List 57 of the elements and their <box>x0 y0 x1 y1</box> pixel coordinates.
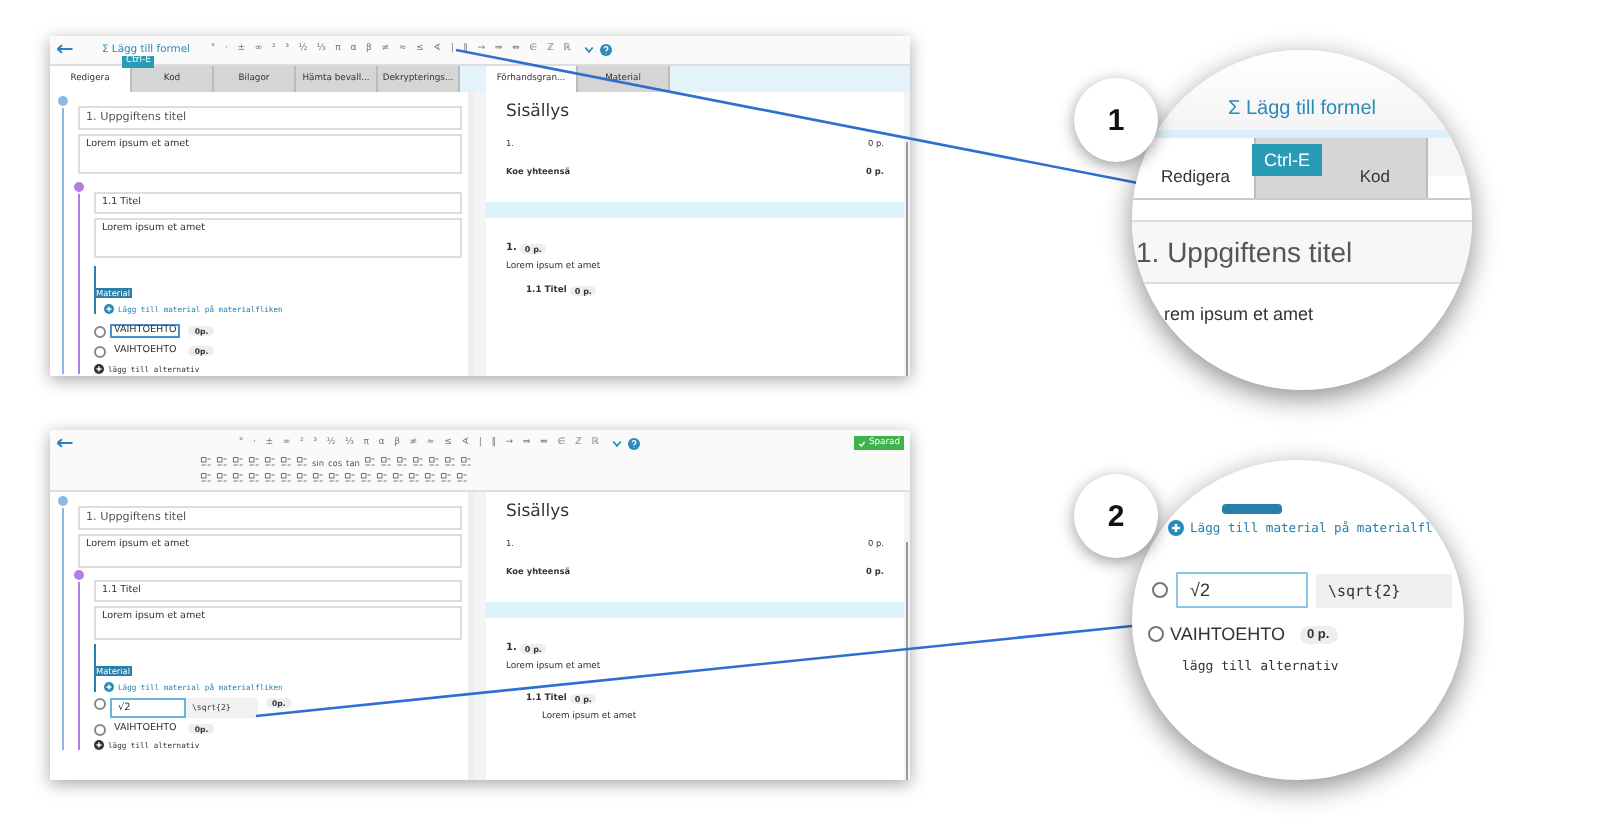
chevron-down-icon[interactable] <box>611 439 622 447</box>
formula-template-icon[interactable] <box>360 472 372 484</box>
formula-template-icon[interactable] <box>392 472 404 484</box>
formula-template-icon[interactable] <box>264 456 276 468</box>
formula-template-icon[interactable] <box>363 456 376 468</box>
back-arrow-icon[interactable] <box>56 44 74 54</box>
step-number: 2 <box>1074 474 1158 558</box>
add-formula-button[interactable]: Σ Lägg till formel <box>1228 98 1376 120</box>
formula-template-icon[interactable] <box>232 472 244 484</box>
formula-template-icon[interactable] <box>232 456 244 468</box>
radio-button[interactable] <box>94 345 106 357</box>
formula-template-icon[interactable] <box>200 456 212 468</box>
formula-template-icon[interactable] <box>216 456 228 468</box>
formula-template-icon[interactable] <box>312 472 324 484</box>
editor-tab[interactable]: Redigera <box>1132 138 1256 198</box>
formula-template-icon[interactable] <box>395 456 408 468</box>
formula-template-icon[interactable] <box>440 472 452 484</box>
chevron-down-icon[interactable] <box>583 45 594 53</box>
contents-heading: Sisällys <box>506 102 572 122</box>
formula-template-icon[interactable] <box>424 472 436 484</box>
radio-button[interactable] <box>94 698 106 710</box>
radio-button[interactable] <box>1152 582 1168 598</box>
formula-template-icon[interactable] <box>280 472 292 484</box>
material-tag <box>1222 504 1282 514</box>
radio-button[interactable] <box>1148 626 1164 642</box>
formula-template-icon[interactable] <box>427 456 440 468</box>
formula-template-icon[interactable] <box>408 472 420 484</box>
formula-template-icon[interactable] <box>328 472 340 484</box>
formula-template-icon[interactable] <box>248 456 260 468</box>
formula-template-icon[interactable] <box>216 472 228 484</box>
contents-heading: Sisällys <box>506 502 572 522</box>
formula-template-icon[interactable] <box>280 456 292 468</box>
formula-field[interactable]: √2 <box>1176 572 1308 608</box>
formula-template-icon[interactable] <box>200 472 212 484</box>
radio-button[interactable] <box>94 723 106 735</box>
back-arrow-icon[interactable] <box>56 438 74 448</box>
formula-template-icon[interactable] <box>443 456 456 468</box>
formula-template-icon[interactable] <box>344 472 356 484</box>
formula-template-icon[interactable] <box>456 472 468 484</box>
formula-template-icon[interactable] <box>411 456 424 468</box>
formula-template-icon[interactable] <box>264 472 276 484</box>
help-icon[interactable] <box>627 437 640 449</box>
shortcut-tooltip: Ctrl-E <box>1252 144 1322 176</box>
step-number: 1 <box>1074 78 1158 162</box>
formula-template-icon[interactable] <box>459 456 472 468</box>
formula-template-icon[interactable] <box>248 472 260 484</box>
formula-template-icon[interactable] <box>296 472 308 484</box>
section-text-field[interactable]: rem ipsum et amet <box>1132 284 1472 324</box>
radio-button[interactable] <box>94 325 106 337</box>
help-icon[interactable] <box>599 43 612 55</box>
add-icon[interactable] <box>94 740 104 750</box>
formula-template-icon[interactable] <box>379 456 392 468</box>
choice-text-field[interactable]: VAIHTOEHTO <box>1170 624 1286 644</box>
formula-template-icon[interactable] <box>376 472 388 484</box>
formula-template-icon[interactable] <box>296 456 308 468</box>
add-icon[interactable] <box>94 364 104 374</box>
section-title-field[interactable]: 1. Uppgiftens titel <box>1132 220 1472 284</box>
